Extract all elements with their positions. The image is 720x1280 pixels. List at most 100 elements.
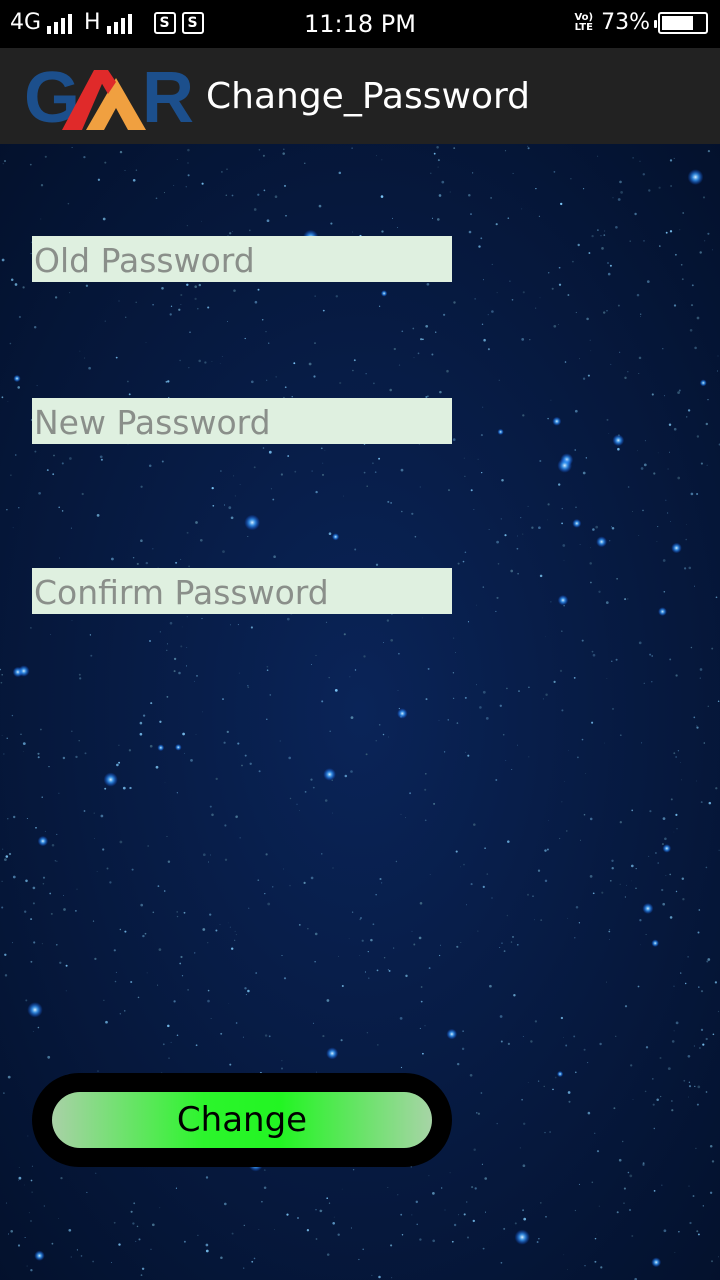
star	[2, 163, 4, 165]
star	[387, 969, 389, 971]
star	[432, 1192, 435, 1195]
star	[71, 147, 73, 148]
star	[155, 765, 159, 769]
star	[484, 847, 486, 850]
old-password-input[interactable]	[32, 236, 452, 282]
star	[348, 938, 350, 940]
star	[337, 1233, 340, 1236]
star	[462, 1030, 464, 1032]
star	[700, 801, 703, 804]
star	[558, 483, 561, 486]
star	[373, 382, 375, 385]
star	[253, 1257, 256, 1260]
star	[670, 520, 671, 522]
star	[425, 698, 428, 701]
star	[183, 1240, 186, 1243]
star	[318, 204, 322, 208]
change-button[interactable]: Change	[52, 1092, 432, 1148]
star	[1, 674, 3, 676]
star	[186, 224, 189, 227]
star	[42, 882, 45, 885]
star	[656, 541, 658, 542]
star	[1, 906, 4, 909]
star	[250, 626, 253, 629]
star	[114, 980, 117, 983]
page-title: Change_Password	[206, 76, 530, 117]
bright-star	[27, 1002, 43, 1018]
new-password-input[interactable]	[32, 398, 452, 444]
star	[18, 1176, 22, 1180]
star	[516, 547, 519, 550]
star	[138, 1238, 141, 1241]
star	[258, 149, 261, 151]
star	[89, 634, 92, 636]
star	[187, 174, 190, 177]
star	[229, 1063, 232, 1066]
star	[712, 1033, 715, 1036]
star	[163, 192, 166, 194]
star	[477, 458, 479, 460]
star	[1, 258, 5, 262]
star	[2, 848, 4, 850]
star	[594, 1237, 597, 1240]
bright-star	[658, 607, 667, 616]
star	[342, 495, 344, 497]
star	[664, 837, 667, 841]
star	[641, 742, 643, 744]
star	[699, 1047, 701, 1049]
star	[511, 768, 513, 771]
star	[708, 801, 712, 805]
star	[209, 913, 212, 916]
star	[226, 168, 228, 171]
star	[662, 817, 666, 820]
star	[67, 202, 70, 205]
star	[714, 981, 718, 984]
star	[522, 1036, 524, 1037]
star	[60, 1176, 63, 1180]
star	[152, 548, 154, 550]
star	[617, 447, 620, 451]
star	[207, 942, 209, 944]
star	[561, 507, 563, 510]
star	[76, 888, 78, 890]
star	[1, 880, 3, 882]
star	[418, 936, 422, 940]
star	[534, 1020, 538, 1023]
star	[5, 855, 9, 858]
star	[639, 160, 641, 162]
confirm-password-input[interactable]	[32, 568, 452, 614]
star	[678, 1231, 680, 1233]
star	[361, 939, 364, 942]
star	[180, 558, 182, 560]
star	[319, 1209, 323, 1213]
star	[182, 732, 185, 736]
star	[234, 930, 236, 932]
star	[637, 985, 640, 988]
bright-star	[671, 542, 682, 554]
star	[715, 787, 718, 790]
star	[135, 169, 138, 171]
star	[268, 1035, 271, 1038]
star	[512, 935, 514, 938]
star	[380, 882, 383, 884]
star	[504, 534, 507, 537]
star	[155, 197, 158, 200]
star	[539, 459, 542, 463]
star	[181, 975, 184, 977]
star	[419, 486, 421, 488]
star	[382, 641, 385, 644]
star	[484, 1177, 488, 1180]
star	[85, 284, 89, 287]
star	[283, 184, 287, 187]
star	[653, 472, 656, 475]
star	[103, 999, 105, 1001]
star	[623, 1187, 626, 1190]
star	[696, 435, 700, 438]
star	[118, 744, 120, 746]
star	[247, 685, 249, 687]
star	[8, 852, 12, 856]
star	[527, 1081, 529, 1083]
star	[497, 562, 500, 565]
star	[136, 1225, 139, 1228]
star	[367, 950, 369, 953]
